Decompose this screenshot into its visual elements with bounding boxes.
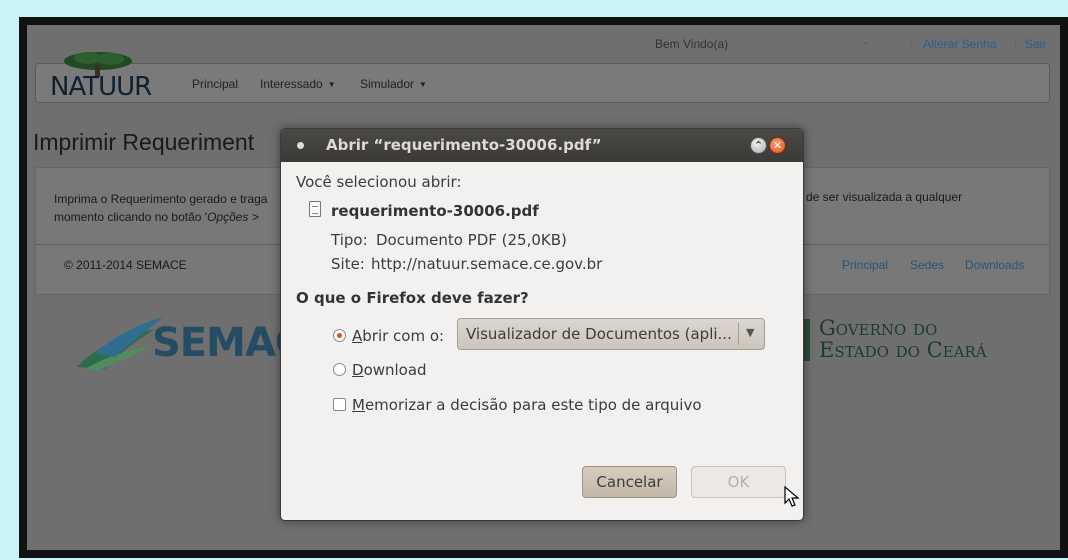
dialog-titlebar[interactable]: Abrir “requerimento-30006.pdf” ⌃ ✕ bbox=[281, 129, 803, 162]
user-name-placeholder: - bbox=[863, 35, 867, 49]
download-label[interactable]: Download bbox=[352, 361, 427, 379]
footer-link-principal[interactable]: Principal bbox=[842, 258, 888, 272]
caret-down-icon: ▼ bbox=[419, 80, 427, 89]
remember-label[interactable]: Memorizar a decisão para este tipo de ar… bbox=[352, 396, 702, 414]
cancel-button[interactable]: Cancelar bbox=[582, 466, 677, 498]
ok-button[interactable]: OK bbox=[691, 466, 786, 498]
mouse-pointer-icon bbox=[784, 486, 800, 507]
welcome-text: Bem Vindo(a) bbox=[655, 37, 729, 51]
open-file-dialog: Abrir “requerimento-30006.pdf” ⌃ ✕ Você … bbox=[280, 128, 804, 521]
application-select-value: Visualizador de Documentos (apli... bbox=[466, 325, 732, 343]
browser-viewport: Bem Vindo(a) - | Alterar Senha | Sair NA… bbox=[27, 25, 1060, 550]
logout-link[interactable]: Sair bbox=[1025, 37, 1046, 51]
screen-frame: Bem Vindo(a) - | Alterar Senha | Sair NA… bbox=[19, 17, 1068, 558]
filename: requerimento-30006.pdf bbox=[331, 202, 539, 220]
footer-link-downloads[interactable]: Downloads bbox=[965, 258, 1024, 272]
type-value: Documento PDF (25,0KB) bbox=[376, 231, 567, 249]
natuur-logo[interactable]: NATUUR bbox=[50, 72, 152, 102]
footer-link-sedes[interactable]: Sedes bbox=[910, 258, 944, 272]
dialog-title: Abrir “requerimento-30006.pdf” bbox=[326, 136, 602, 154]
open-with-label[interactable]: Abrir com o: bbox=[352, 327, 444, 345]
application-select[interactable]: Visualizador de Documentos (apli... ▼ bbox=[457, 318, 765, 350]
remember-checkbox[interactable] bbox=[333, 398, 346, 411]
page-title: Imprimir Requeriment bbox=[33, 129, 255, 155]
change-password-link[interactable]: Alterar Senha bbox=[923, 37, 996, 51]
governo-ceara-logo: Governo do Estado do Ceará bbox=[819, 316, 987, 362]
type-label: Tipo: bbox=[331, 231, 368, 249]
download-radio[interactable] bbox=[333, 363, 346, 376]
site-label: Site: bbox=[331, 255, 365, 273]
caret-down-icon: ▼ bbox=[327, 80, 336, 89]
top-separator: | bbox=[1014, 36, 1018, 50]
open-with-radio[interactable] bbox=[333, 329, 346, 342]
main-navbar: NATUUR Principal Interessado ▼ Simulador ▼ bbox=[35, 52, 1050, 103]
chevron-down-icon: ▼ bbox=[746, 326, 755, 339]
nav-simulador[interactable]: Simulador ▼ bbox=[360, 77, 427, 91]
instructions-text-right: de ser visualizada a qualquer bbox=[806, 190, 963, 204]
site-value: http://natuur.semace.ce.gov.br bbox=[371, 255, 603, 273]
top-bar: Bem Vindo(a) - | Alterar Senha | Sair bbox=[27, 25, 1060, 65]
selected-label: Você selecionou abrir: bbox=[296, 173, 462, 191]
nav-principal[interactable]: Principal bbox=[192, 77, 238, 91]
action-question: O que o Firefox deve fazer? bbox=[296, 289, 529, 307]
select-divider bbox=[738, 323, 739, 345]
window-menu-icon[interactable] bbox=[297, 142, 304, 149]
nav-interessado[interactable]: Interessado ▼ bbox=[260, 77, 336, 91]
pdf-file-icon bbox=[309, 201, 321, 217]
top-separator: | bbox=[909, 36, 913, 50]
copyright-text: © 2011-2014 SEMACE bbox=[64, 258, 187, 272]
instructions-text: Imprima o Requerimento gerado e traga mo… bbox=[54, 192, 268, 224]
minimize-button[interactable]: ⌃ bbox=[750, 137, 767, 154]
close-button[interactable]: ✕ bbox=[769, 137, 786, 154]
